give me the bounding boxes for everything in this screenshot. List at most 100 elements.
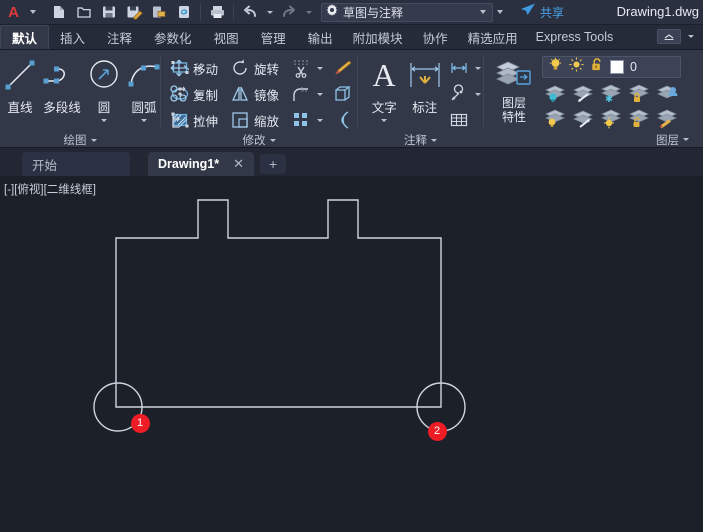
leader-button[interactable] bbox=[447, 82, 483, 106]
tab-insert[interactable]: 插入 bbox=[49, 25, 96, 49]
panel-annotation-title-bar[interactable]: 注释 bbox=[358, 132, 483, 148]
layer-make-current-icon[interactable] bbox=[570, 81, 597, 105]
panel-draw-chevron-down-icon[interactable] bbox=[90, 138, 97, 142]
trim-flyout-chevron-down-icon[interactable] bbox=[315, 66, 325, 70]
array-flyout-chevron-down-icon[interactable] bbox=[315, 118, 325, 122]
trim-icon[interactable] bbox=[289, 56, 313, 80]
tab-manage[interactable]: 管理 bbox=[250, 25, 297, 49]
dimension-button[interactable]: 标注 bbox=[405, 54, 446, 124]
arc-flyout-chevron-down-icon[interactable] bbox=[141, 117, 147, 124]
undo-chevron-down-icon[interactable] bbox=[263, 0, 276, 25]
mirror-label[interactable]: 镜像 bbox=[254, 85, 279, 104]
array-icon[interactable] bbox=[289, 108, 313, 132]
linear-dimension-button[interactable] bbox=[447, 56, 483, 80]
tab-annotate[interactable]: 注释 bbox=[96, 25, 143, 49]
leader-flyout-chevron-down-icon[interactable] bbox=[473, 92, 483, 96]
new-file-button[interactable] bbox=[47, 1, 71, 23]
panel-draw-title-bar[interactable]: 绘图 bbox=[0, 132, 160, 148]
workspace-switcher[interactable]: 草图与注释 bbox=[321, 2, 493, 22]
move-label[interactable]: 移动 bbox=[193, 59, 218, 78]
tab-view[interactable]: 视图 bbox=[203, 25, 250, 49]
layer-off-icon[interactable] bbox=[542, 106, 569, 130]
tab-start[interactable]: 开始 bbox=[22, 152, 130, 176]
gear-icon bbox=[325, 3, 339, 22]
circle-flyout-chevron-down-icon[interactable] bbox=[101, 117, 107, 124]
tab-featured-apps[interactable]: 精选应用 bbox=[459, 25, 527, 49]
circle-button[interactable]: 圆 bbox=[84, 54, 124, 124]
mirror-icon[interactable] bbox=[228, 82, 252, 106]
current-layer-dropdown[interactable]: 0 bbox=[542, 56, 681, 78]
arc-icon bbox=[124, 54, 164, 96]
redo-chevron-down-icon[interactable] bbox=[302, 0, 315, 25]
save-as-button[interactable] bbox=[122, 1, 146, 23]
layer-match-icon[interactable] bbox=[570, 106, 597, 130]
layer-unlock-icon[interactable] bbox=[626, 106, 653, 130]
open-file-button[interactable] bbox=[72, 1, 96, 23]
workspace-more-chevron-down-icon[interactable] bbox=[493, 0, 506, 25]
copy-label[interactable]: 复制 bbox=[193, 85, 218, 104]
fillet-flyout-chevron-down-icon[interactable] bbox=[315, 92, 325, 96]
panel-collapse-icon[interactable] bbox=[657, 29, 681, 44]
tab-output[interactable]: 输出 bbox=[297, 25, 344, 49]
polyline-button[interactable]: 多段线 bbox=[40, 54, 84, 124]
explode-icon[interactable] bbox=[331, 82, 355, 106]
tab-drawing1[interactable]: Drawing1* ✕ bbox=[148, 152, 255, 176]
app-logo-button[interactable]: A bbox=[0, 0, 26, 25]
panel-layers-title-bar[interactable]: 图层 bbox=[484, 131, 703, 148]
fillet-icon[interactable] bbox=[289, 82, 313, 106]
layer-lock-icon[interactable] bbox=[626, 81, 653, 105]
new-tab-button[interactable]: + bbox=[260, 154, 287, 174]
unlocked-padlock-icon[interactable] bbox=[590, 57, 604, 77]
tab-default[interactable]: 默认 bbox=[0, 25, 50, 49]
ribbon: 直线 多段线 圆 圆弧 绘图 移动 旋转 复制 镜像 拉伸 缩放 修改 A 文字… bbox=[0, 50, 703, 148]
redo-button[interactable] bbox=[277, 1, 301, 23]
save-button[interactable] bbox=[97, 1, 121, 23]
share-button[interactable]: 共享 bbox=[520, 2, 564, 22]
tab-collaborate[interactable]: 协作 bbox=[412, 25, 459, 49]
export-button[interactable] bbox=[147, 1, 171, 23]
scale-icon[interactable] bbox=[228, 108, 252, 132]
tab-addins[interactable]: 附加模块 bbox=[344, 25, 412, 49]
ribbon-collapse-chevron-down-icon[interactable] bbox=[684, 24, 697, 49]
copy-icon[interactable] bbox=[167, 82, 191, 106]
text-label: 文字 bbox=[371, 101, 397, 115]
arc-button[interactable]: 圆弧 bbox=[124, 54, 164, 124]
scale-label[interactable]: 缩放 bbox=[254, 111, 279, 130]
lightbulb-on-icon[interactable] bbox=[548, 57, 563, 77]
close-icon[interactable]: ✕ bbox=[233, 156, 244, 172]
panel-modify-chevron-down-icon[interactable] bbox=[269, 138, 276, 142]
table-button[interactable] bbox=[447, 108, 483, 132]
offset-icon[interactable] bbox=[331, 108, 355, 132]
stretch-icon[interactable] bbox=[167, 108, 191, 132]
panel-layers: 图层 特性 0 图层 bbox=[484, 50, 703, 148]
drawing-canvas[interactable]: [-][俯视][二维线框] 1 2 bbox=[0, 176, 703, 532]
rotate-icon[interactable] bbox=[228, 56, 252, 80]
plot-button[interactable] bbox=[205, 1, 229, 23]
workspace-chevron-down-icon[interactable] bbox=[476, 10, 490, 14]
layer-color-swatch[interactable] bbox=[610, 60, 624, 74]
stretch-label[interactable]: 拉伸 bbox=[193, 111, 218, 130]
cloud-sync-button[interactable] bbox=[172, 1, 196, 23]
layer-freeze-icon[interactable] bbox=[598, 81, 625, 105]
layer-thaw-all-icon[interactable] bbox=[598, 106, 625, 130]
line-button[interactable]: 直线 bbox=[0, 54, 40, 124]
app-menu-chevron-down-icon[interactable] bbox=[26, 0, 39, 25]
ribbon-tab-bar: 默认 插入 注释 参数化 视图 管理 输出 附加模块 协作 精选应用 Expre… bbox=[0, 25, 703, 50]
rotate-label[interactable]: 旋转 bbox=[254, 59, 279, 78]
layer-delete-icon[interactable] bbox=[654, 106, 681, 130]
panel-annotation-chevron-down-icon[interactable] bbox=[431, 138, 437, 142]
panel-modify-title-bar[interactable]: 修改 bbox=[161, 132, 357, 148]
panel-layers-chevron-down-icon[interactable] bbox=[683, 138, 689, 141]
tab-parametric[interactable]: 参数化 bbox=[143, 25, 203, 49]
move-icon[interactable] bbox=[167, 56, 191, 80]
undo-button[interactable] bbox=[238, 1, 262, 23]
layer-isolate-icon[interactable] bbox=[542, 81, 569, 105]
text-button[interactable]: A 文字 bbox=[364, 54, 405, 124]
tab-express-tools[interactable]: Express Tools bbox=[527, 25, 623, 49]
linear-dimension-flyout-chevron-down-icon[interactable] bbox=[473, 66, 483, 70]
erase-pencil-icon[interactable] bbox=[331, 56, 355, 80]
freeze-sun-icon[interactable] bbox=[569, 57, 584, 77]
layer-properties-button[interactable]: 图层 特性 bbox=[488, 54, 540, 124]
text-flyout-chevron-down-icon[interactable] bbox=[381, 117, 388, 124]
layer-merge-icon[interactable] bbox=[654, 81, 681, 105]
